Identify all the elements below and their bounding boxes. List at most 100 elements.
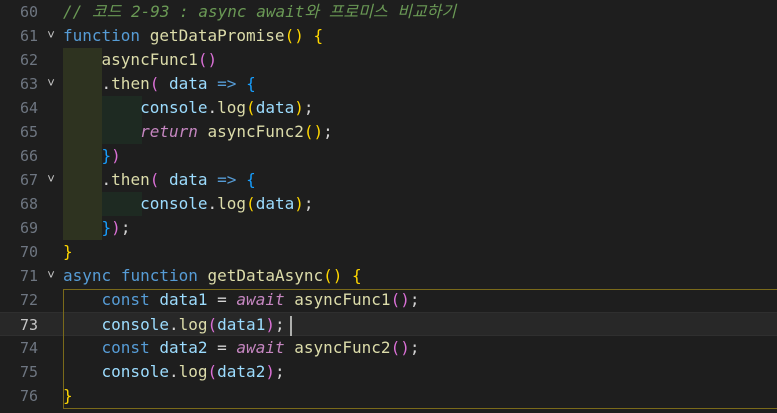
code-line-72[interactable]: 72 const data1 = await asyncFunc1(); [0,288,777,312]
code-line-65[interactable]: 65 return asyncFunc2(); [0,120,777,144]
code-text: .then( data => { [63,72,256,96]
line-number: 73 [19,316,38,334]
code-line-74[interactable]: 74 const data2 = await asyncFunc2(); [0,336,777,360]
code-token: function [120,266,198,285]
line-number: 70 [19,243,38,261]
code-token: then [111,170,150,189]
code-line-69[interactable]: 69 }); [0,216,777,240]
code-token: log [217,98,247,117]
code-line-75[interactable]: 75 console.log(data2); [0,360,777,384]
code-token: () [390,290,410,309]
code-token: getDataPromise [149,26,285,45]
code-token: ; [120,218,131,237]
code-token: then [111,74,150,93]
code-token: ( [246,98,256,117]
code-token: asyncFunc2 [207,122,304,141]
line-number: 74 [19,339,38,357]
code-line-63[interactable]: 63 ˅ .then( data => { [0,72,777,96]
code-line-70[interactable]: 70} [0,240,777,264]
code-token: => [217,170,237,189]
code-token: ) [294,98,304,117]
code-token: . [63,170,112,189]
code-line-64[interactable]: 64 console.log(data); [0,96,777,120]
code-token: . [207,98,218,117]
line-number: 75 [19,363,38,381]
fold-chevron-icon[interactable]: ˅ [44,72,58,96]
code-text: .then( data => { [63,168,256,192]
code-token: data [168,74,208,93]
code-line-60[interactable]: 60 // 코드 2-93 : async await와 프로미스 비교하기 [0,0,777,24]
code-text: function getDataPromise() { [63,24,323,48]
code-token: console [140,98,208,117]
code-token: => [217,74,237,93]
code-line-67[interactable]: 67 ˅ .then( data => { [0,168,777,192]
code-text: }) [63,144,121,168]
code-line-61[interactable]: 61 ˅ function getDataPromise() { [0,24,777,48]
code-token: console [101,362,169,381]
code-token: ( [246,194,256,213]
line-number: 66 [19,147,38,165]
line-number: 61 [19,27,38,45]
code-token: return [140,122,198,141]
code-token: { [246,170,256,189]
code-token: { [246,74,256,93]
code-token: ; [303,98,314,117]
code-token: async [63,266,112,285]
code-token: data2 [217,362,266,381]
code-token: } [63,386,73,405]
code-token: data [168,170,208,189]
code-token: . [168,315,179,334]
code-token: ( [149,170,160,189]
code-line-62[interactable]: 62 asyncFunc1() [0,48,777,72]
code-token: const [101,290,150,309]
code-token: = [207,290,237,309]
fold-chevron-icon[interactable]: ˅ [44,24,58,48]
code-token: function [63,26,141,45]
code-line-73[interactable]: 73 console.log(data1); [0,312,777,336]
code-token: . [168,362,179,381]
code-token: () [197,50,218,69]
fold-chevron-icon[interactable]: ˅ [44,264,58,288]
code-token: ) [265,315,275,334]
code-line-71[interactable]: 71 ˅ async function getDataAsync() { [0,264,777,288]
code-line-68[interactable]: 68 console.log(data); [0,192,777,216]
code-token: () [390,338,410,357]
line-number: 60 [19,3,38,21]
code-token: = [207,338,237,357]
code-token: ; [303,194,314,213]
code-token: log [217,194,247,213]
code-token: ( [207,315,218,334]
code-line-76[interactable]: 76} [0,384,777,408]
code-token: () [323,266,343,285]
code-token: data1 [217,315,266,334]
code-token: ) [111,218,121,237]
code-token: . [207,194,218,213]
code-token: asyncFunc2 [294,338,391,357]
code-token: ; [274,362,285,381]
code-line-66[interactable]: 66 }) [0,144,777,168]
code-token: await [236,290,285,309]
code-token: log [178,362,208,381]
line-number: 64 [19,99,38,117]
fold-chevron-icon[interactable]: ˅ [44,168,58,192]
code-editor[interactable]: 60 // 코드 2-93 : async await와 프로미스 비교하기 61 ˅… [0,0,777,413]
code-text: async function getDataAsync() { [63,264,362,288]
code-token: asyncFunc1 [101,50,198,69]
code-token: data [255,194,295,213]
